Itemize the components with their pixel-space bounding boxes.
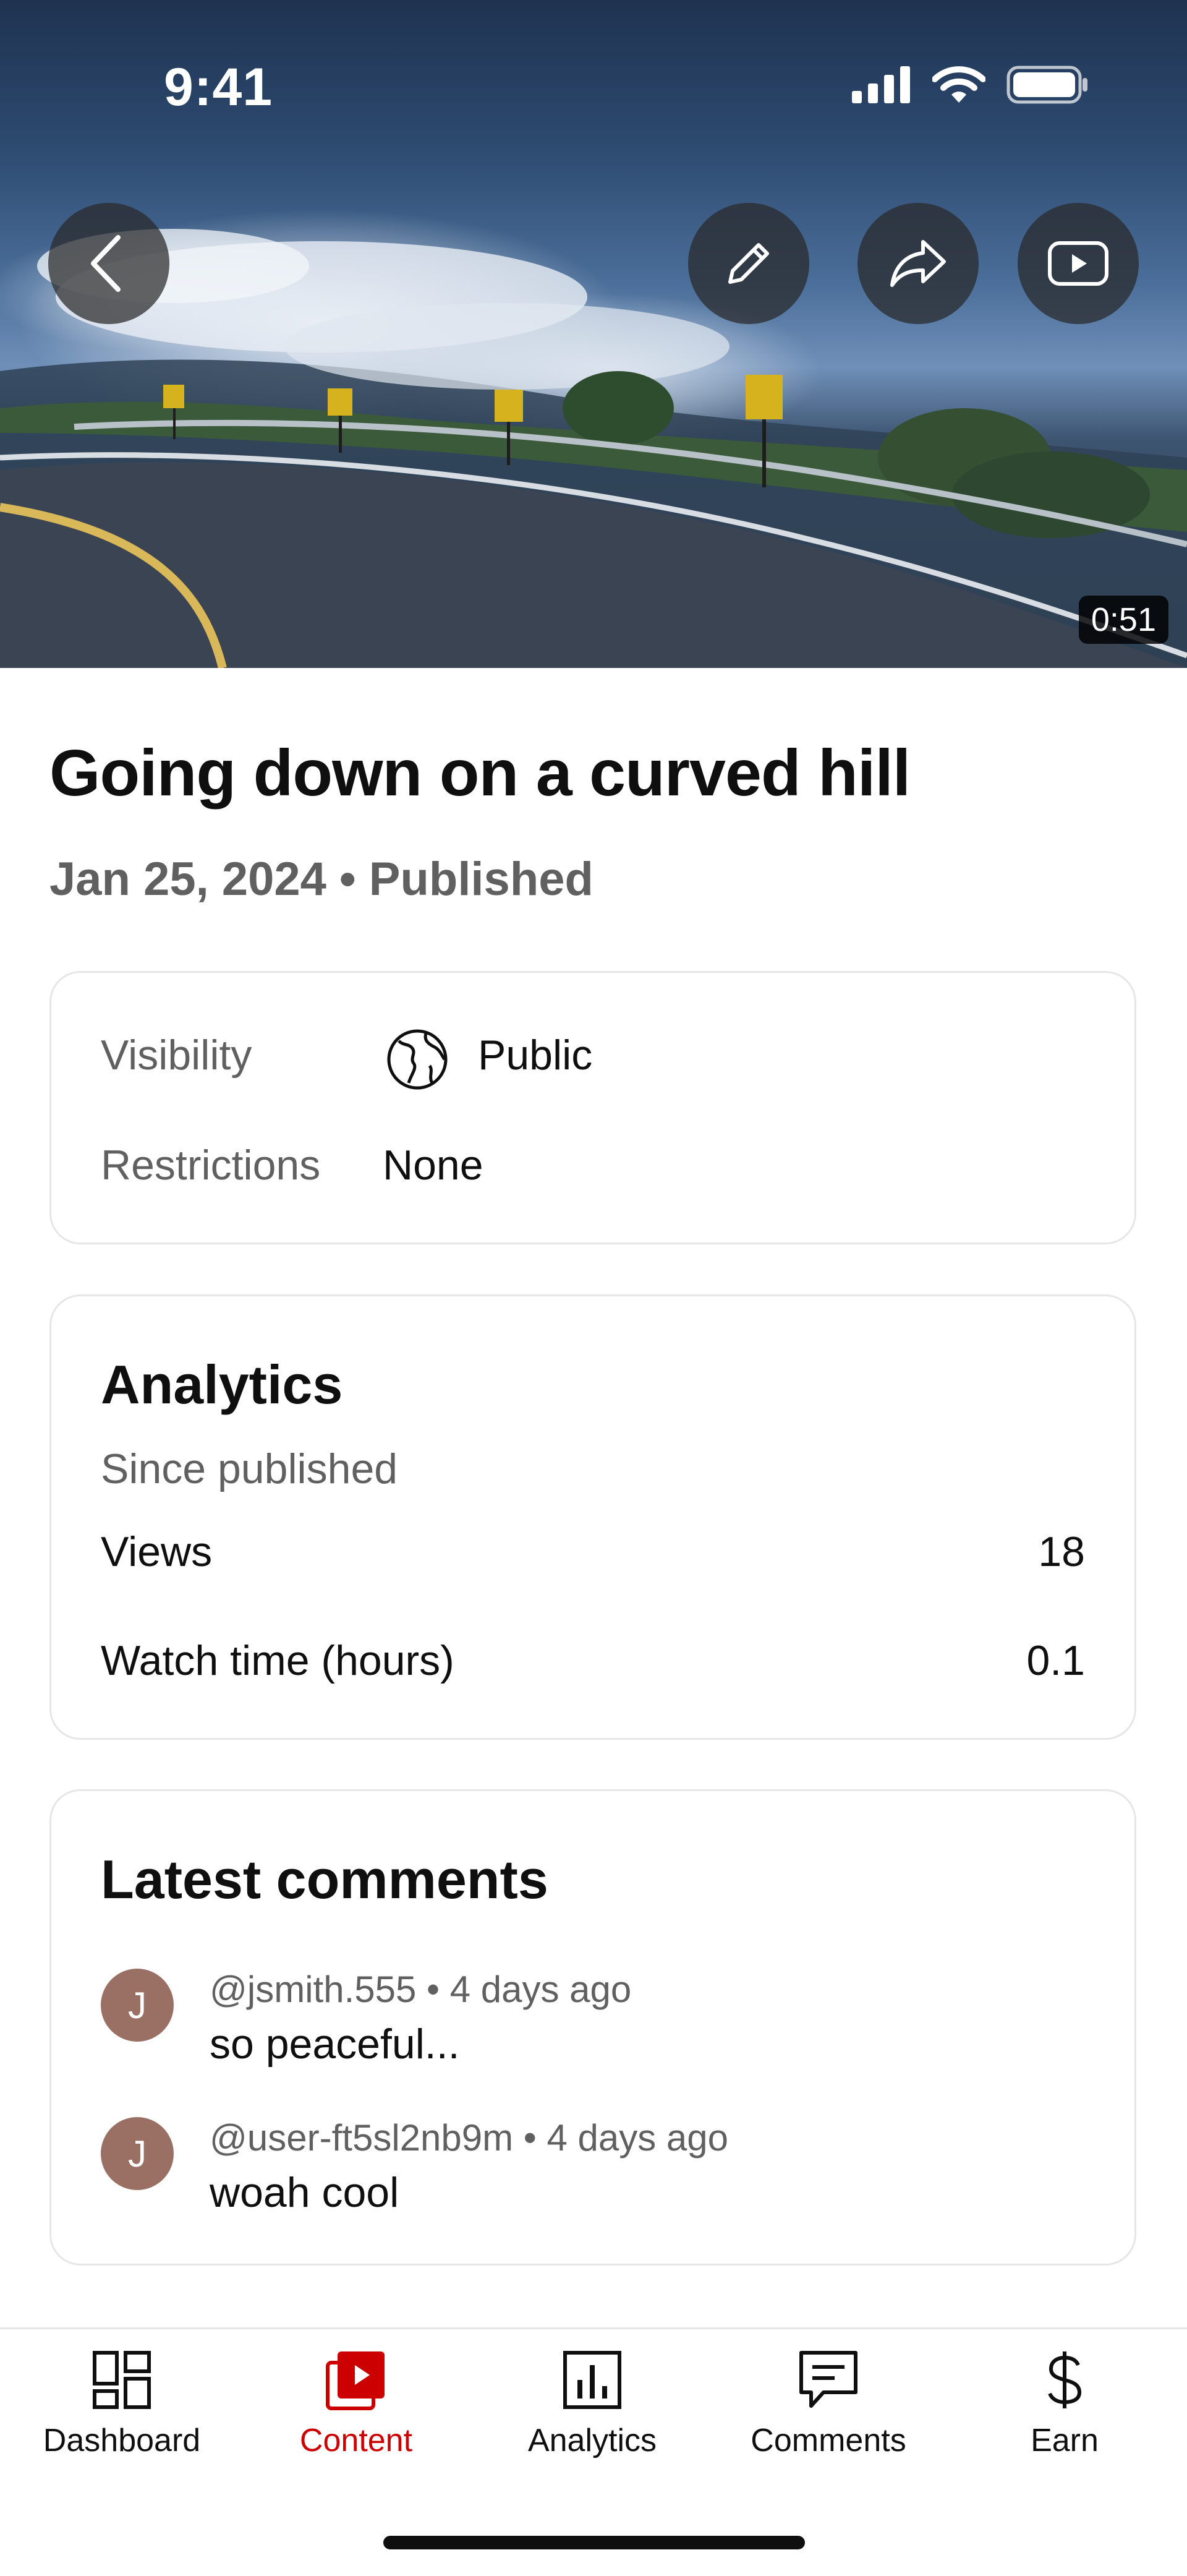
avatar: J <box>101 1969 174 2042</box>
status-icons <box>852 66 1088 104</box>
nav-comments[interactable]: Comments <box>710 2329 947 2490</box>
pencil-icon <box>728 243 769 284</box>
nav-dashboard[interactable]: Dashboard <box>3 2329 240 2490</box>
comment-author: @jsmith.555 <box>210 1969 417 2010</box>
share-button[interactable] <box>857 203 979 324</box>
video-meta: Jan 25, 2024 • Published <box>49 852 594 906</box>
meta-separator: • <box>339 853 356 905</box>
cellular-signal-icon <box>852 66 910 103</box>
nav-content[interactable]: Content <box>237 2329 475 2490</box>
watch-time-value: 0.1 <box>1026 1637 1085 1684</box>
comment-author: @user-ft5sl2nb9m <box>210 2117 514 2159</box>
details-card[interactable]: Visibility Public Restrictions None <box>49 971 1136 1244</box>
back-button[interactable] <box>48 203 169 324</box>
battery-icon <box>1006 66 1087 104</box>
video-duration-badge: 0:51 <box>1078 596 1168 644</box>
video-title: Going down on a curved hill <box>49 737 911 810</box>
latest-comments-card[interactable]: Latest comments J @jsmith.555 • 4 days a… <box>49 1789 1136 2266</box>
analytics-subtitle: Since published <box>101 1445 398 1492</box>
views-value: 18 <box>1038 1528 1085 1575</box>
wifi-icon <box>932 66 985 103</box>
analytics-title: Analytics <box>101 1354 343 1415</box>
nav-label: Dashboard <box>43 2423 201 2458</box>
dollar-icon <box>1048 2351 1082 2408</box>
youtube-play-icon <box>1048 241 1108 286</box>
comment-separator: • <box>427 1969 440 2010</box>
status-time: 9:41 <box>164 58 273 117</box>
globe-icon <box>387 1029 448 1090</box>
views-label: Views <box>101 1528 213 1575</box>
avatar: J <box>101 2117 174 2190</box>
video-thumbnail[interactable]: 9:41 0:51 <box>0 0 1187 668</box>
share-arrow-icon <box>890 240 946 287</box>
comment-text: so peaceful... <box>210 2021 460 2068</box>
comments-icon <box>799 2351 857 2408</box>
watch-time-label: Watch time (hours) <box>101 1637 454 1684</box>
nav-label: Comments <box>751 2423 906 2458</box>
restrictions-value: None <box>383 1142 483 1189</box>
analytics-icon <box>563 2351 621 2409</box>
publish-date: Jan 25, 2024 <box>49 853 326 905</box>
restrictions-label: Restrictions <box>101 1142 321 1189</box>
nav-earn[interactable]: Earn <box>946 2329 1183 2490</box>
nav-label: Earn <box>1031 2423 1099 2458</box>
nav-label: Content <box>299 2423 413 2458</box>
nav-label: Analytics <box>527 2423 657 2458</box>
publish-status: Published <box>368 853 594 905</box>
comment-meta: @jsmith.555 • 4 days ago <box>210 1968 631 2011</box>
content-icon <box>326 2351 385 2410</box>
comments-title: Latest comments <box>101 1849 548 1910</box>
status-bar: 9:41 <box>0 0 1187 117</box>
comment-separator: • <box>523 2117 537 2159</box>
comment-time: 4 days ago <box>547 2117 729 2159</box>
comment-text: woah cool <box>210 2169 399 2216</box>
visibility-label: Visibility <box>101 1032 252 1079</box>
nav-analytics[interactable]: Analytics <box>474 2329 711 2490</box>
edit-button[interactable] <box>688 203 809 324</box>
home-indicator <box>383 2536 805 2549</box>
play-on-youtube-button[interactable] <box>1018 203 1139 324</box>
visibility-value: Public <box>478 1032 593 1079</box>
comment-time: 4 days ago <box>449 1969 632 2010</box>
comment-meta: @user-ft5sl2nb9m • 4 days ago <box>210 2116 728 2159</box>
analytics-card[interactable]: Analytics Since published Views 18 Watch… <box>49 1294 1136 1740</box>
dashboard-icon <box>93 2351 151 2409</box>
chevron-left-icon <box>91 235 121 292</box>
